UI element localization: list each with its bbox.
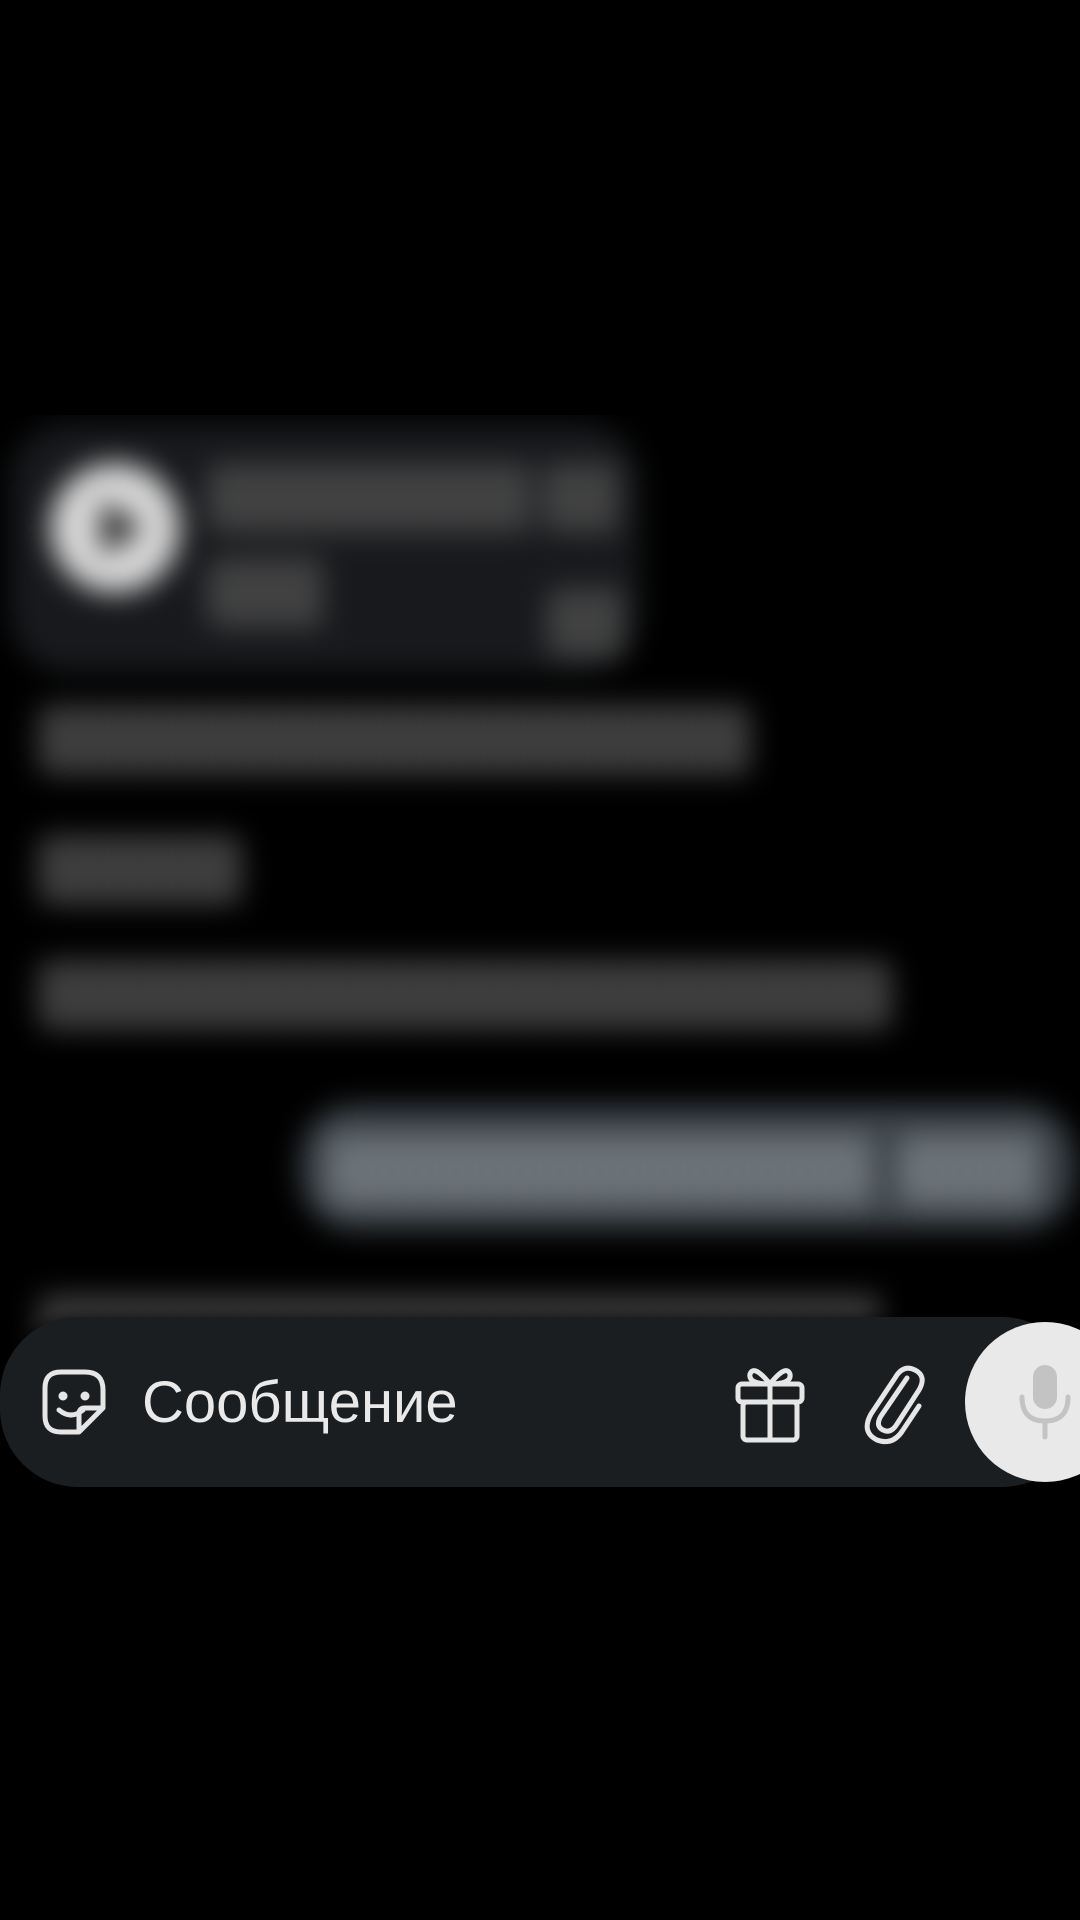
message-text-line [330,1135,875,1205]
voice-duration [545,463,620,533]
message-time [550,588,625,658]
play-icon[interactable] [50,463,180,593]
message-text-line [40,960,890,1030]
message-text-line [40,705,750,775]
gift-button[interactable] [725,1355,815,1449]
message-time [900,1135,1040,1205]
voice-size [210,558,325,628]
outgoing-message-bubble[interactable] [300,1105,1075,1230]
sticker-icon [42,1369,106,1435]
sticker-button[interactable] [28,1357,118,1447]
voice-message-bubble[interactable] [10,423,640,673]
message-input[interactable] [142,1359,702,1445]
paperclip-icon [864,1365,925,1445]
message-composer [0,1317,1080,1487]
voice-waveform [210,463,530,533]
gift-icon [735,1368,805,1443]
attach-button[interactable] [855,1355,935,1449]
message-text-line [40,835,240,905]
